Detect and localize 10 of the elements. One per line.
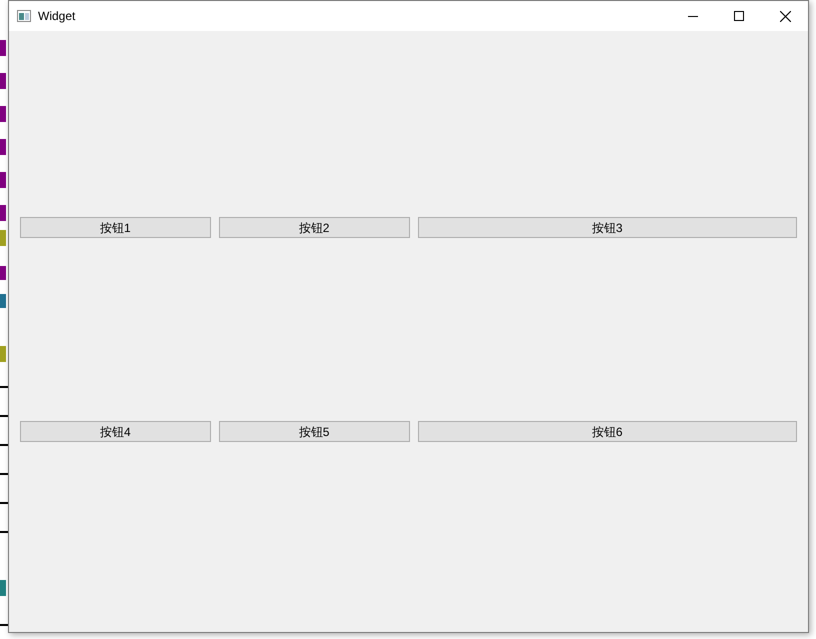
window-title: Widget xyxy=(38,8,76,25)
push-button[interactable]: 按钮3 xyxy=(418,217,797,238)
push-button[interactable]: 按钮5 xyxy=(218,421,410,442)
push-button[interactable]: 按钮2 xyxy=(218,217,410,238)
push-button[interactable]: 按钮6 xyxy=(418,421,797,442)
app-window-icon xyxy=(17,10,31,22)
maximize-icon xyxy=(734,11,744,21)
push-button[interactable]: 按钮4 xyxy=(20,421,211,442)
close-icon xyxy=(780,10,790,22)
push-button[interactable]: 按钮1 xyxy=(20,217,211,238)
